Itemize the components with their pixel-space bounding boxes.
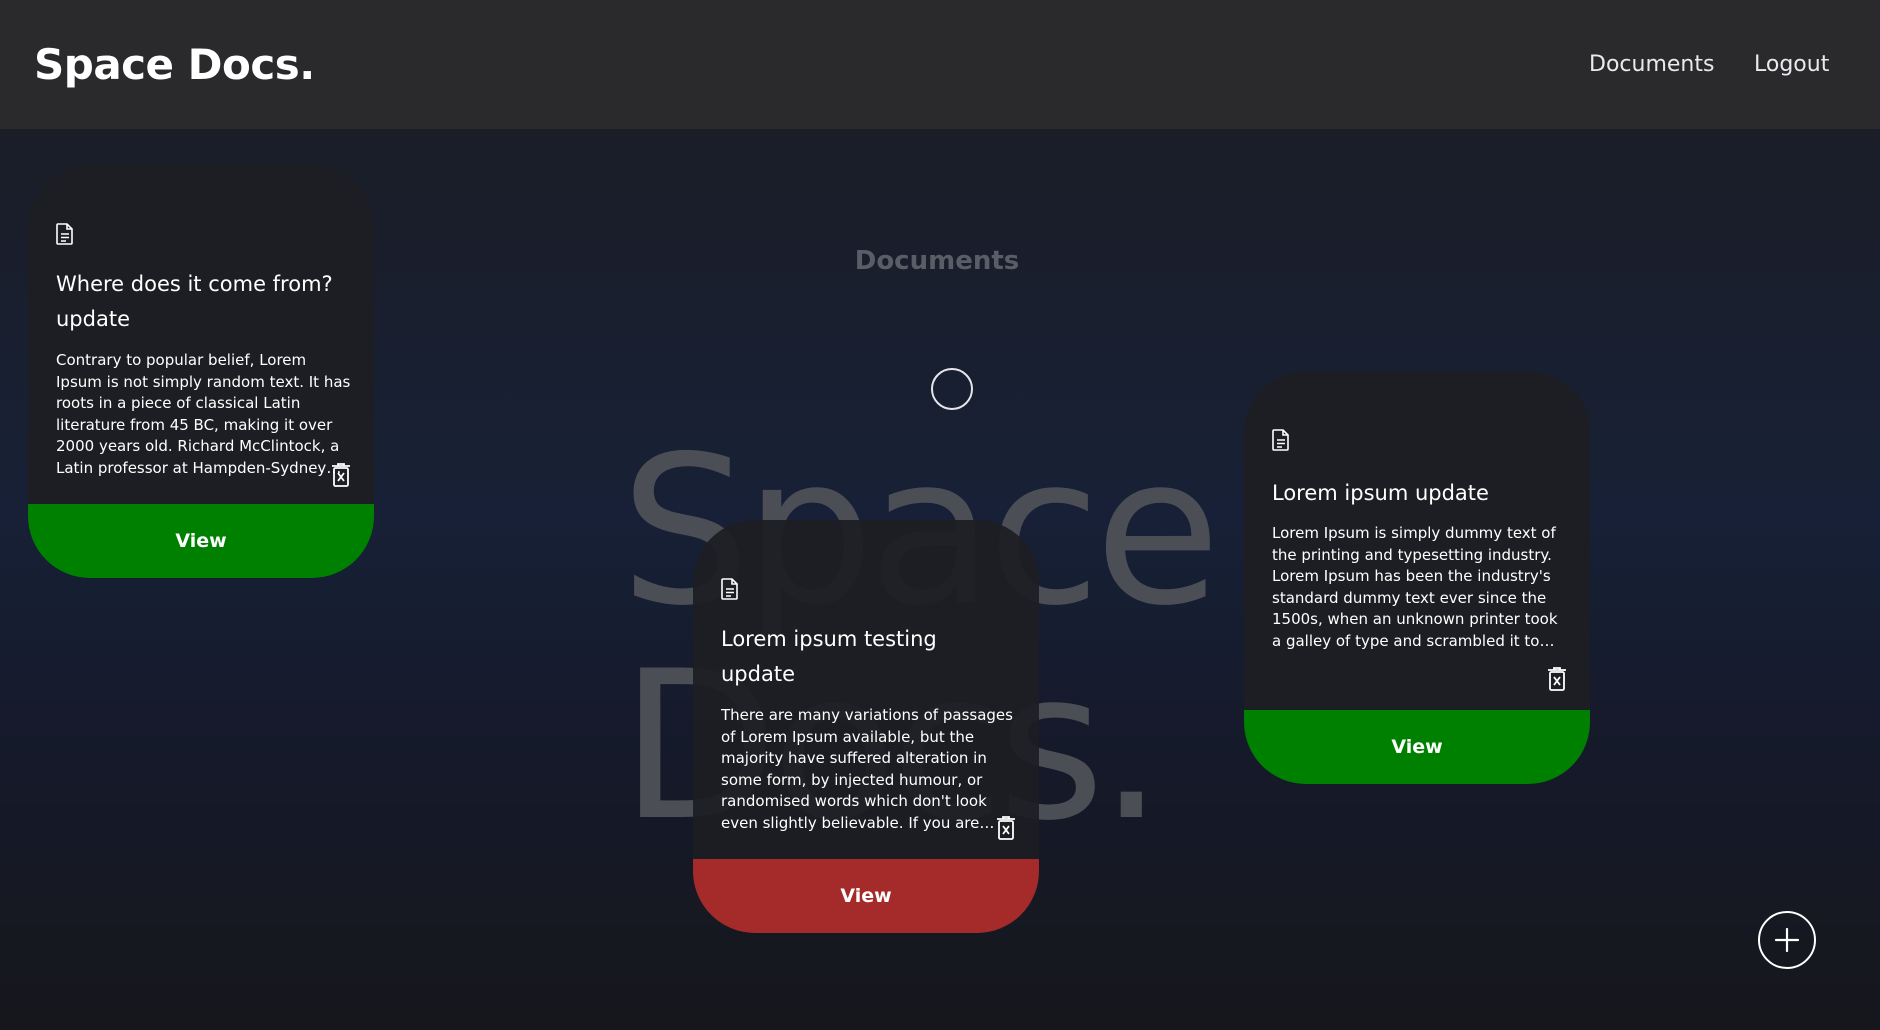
delete-icon[interactable] bbox=[330, 462, 352, 488]
card-title: Lorem ipsum update bbox=[1272, 481, 1489, 505]
view-button[interactable]: View bbox=[1244, 710, 1590, 784]
delete-icon[interactable] bbox=[1546, 666, 1568, 692]
loading-spinner bbox=[931, 368, 973, 410]
card-title: Lorem ipsum testing update bbox=[721, 627, 937, 686]
nav-documents-link[interactable]: Documents bbox=[1589, 52, 1714, 77]
card-excerpt: There are many variations of passages of… bbox=[721, 706, 1013, 832]
add-document-button[interactable] bbox=[1758, 911, 1816, 969]
navbar: Space Docs. Documents Logout bbox=[0, 0, 1880, 129]
brand-logo[interactable]: Space Docs. bbox=[34, 40, 315, 89]
card-excerpt: Lorem Ipsum is simply dummy text of the … bbox=[1272, 524, 1558, 650]
card-excerpt: Contrary to popular belief, Lorem Ipsum … bbox=[56, 351, 351, 477]
card-title: Where does it come from? update bbox=[56, 272, 333, 331]
document-icon bbox=[1272, 429, 1290, 451]
delete-icon[interactable] bbox=[995, 815, 1017, 841]
nav-logout-link[interactable]: Logout bbox=[1754, 52, 1829, 77]
document-icon bbox=[721, 578, 739, 600]
view-button[interactable]: View bbox=[28, 504, 374, 578]
plus-icon bbox=[1774, 927, 1800, 953]
document-card: Lorem ipsum update Lorem Ipsum is simply… bbox=[1244, 371, 1590, 784]
document-icon bbox=[56, 223, 74, 245]
document-card: Lorem ipsum testing update There are man… bbox=[693, 520, 1039, 933]
document-card: Where does it come from? update Contrary… bbox=[28, 165, 374, 578]
view-button[interactable]: View bbox=[693, 859, 1039, 933]
